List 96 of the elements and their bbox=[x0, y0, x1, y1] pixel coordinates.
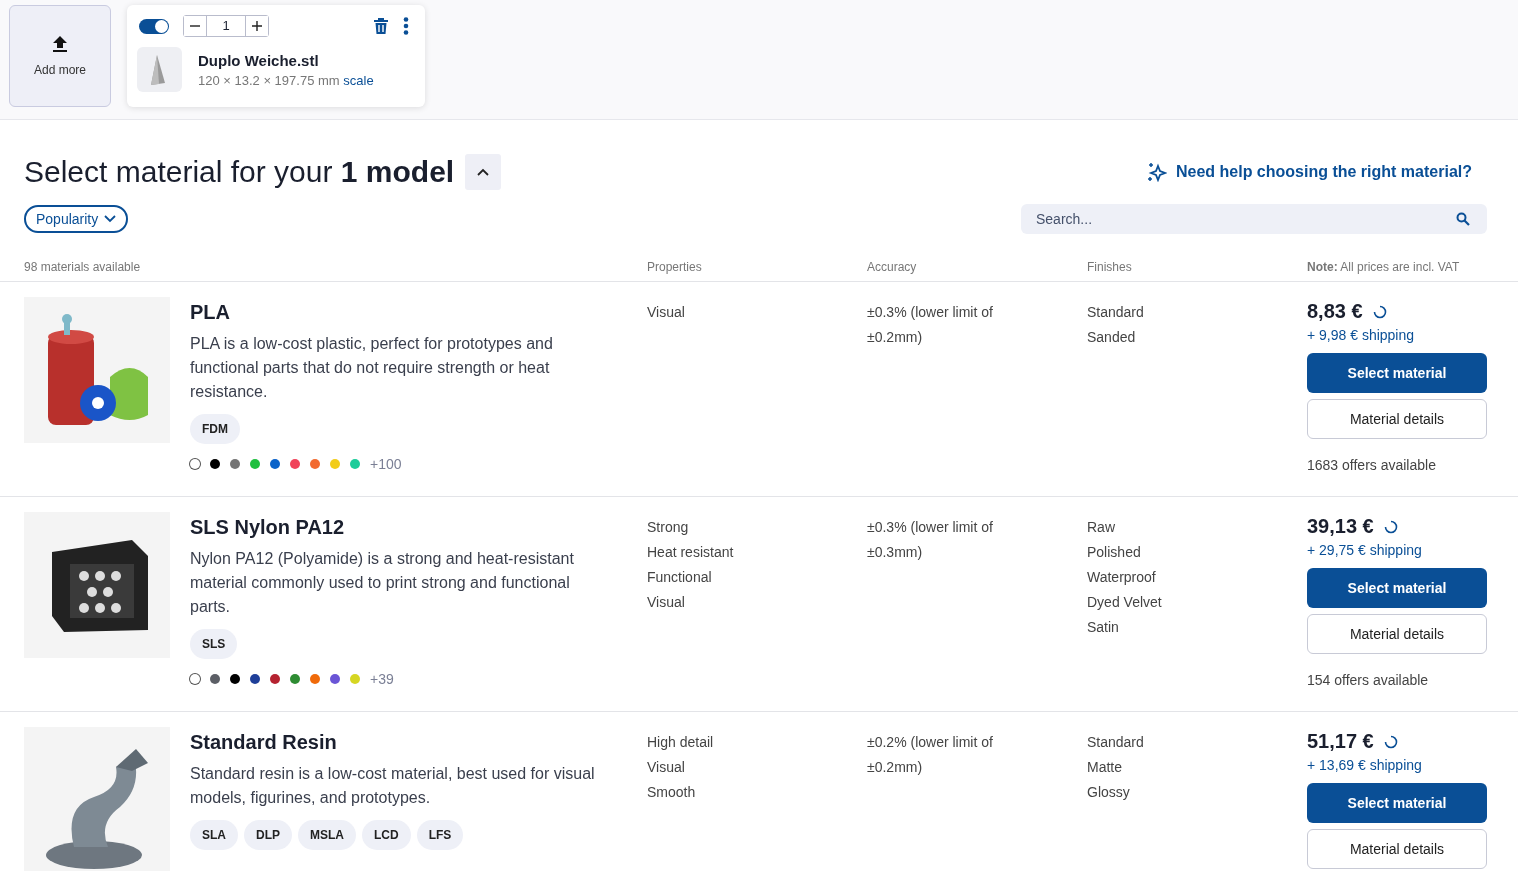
page-title: Select material for your 1 model bbox=[24, 155, 455, 189]
delete-button[interactable] bbox=[373, 17, 389, 35]
more-button[interactable] bbox=[403, 17, 409, 35]
sort-dropdown[interactable]: Popularity bbox=[24, 205, 129, 233]
chevron-icon bbox=[477, 168, 490, 176]
color-swatch[interactable] bbox=[230, 459, 240, 469]
color-swatch[interactable] bbox=[350, 674, 360, 684]
material-description: Nylon PA12 (Polyamide) is a strong and heat-resistant material commonly used to print strong and functional parts. bbox=[190, 549, 575, 617]
toggle-switch[interactable] bbox=[139, 18, 169, 34]
finish: Raw bbox=[1087, 518, 1116, 537]
shipping-cost: + 9,98 € shipping bbox=[1307, 327, 1416, 343]
material-description: Standard resin is a low-cost material, best used for visual models, figurines, and prototypes. bbox=[190, 764, 596, 808]
column-header: Finishes bbox=[1087, 260, 1133, 276]
finish: Matte bbox=[1087, 758, 1123, 777]
search-icon bbox=[1456, 212, 1470, 226]
property: Visual bbox=[647, 593, 686, 612]
price-note: Note: All prices are incl. VAT bbox=[1307, 260, 1461, 276]
more-vertical-icon bbox=[403, 17, 409, 35]
price: 51,17 € bbox=[1307, 730, 1374, 753]
offers-count: 1683 offers available bbox=[1307, 457, 1437, 473]
color-swatch[interactable] bbox=[190, 674, 200, 684]
scale-link[interactable]: scale bbox=[343, 72, 374, 88]
color-swatch[interactable] bbox=[330, 459, 340, 469]
finish: Sanded bbox=[1087, 328, 1137, 347]
sparkle-icon bbox=[1146, 162, 1167, 182]
material-description: PLA is a low-cost plastic, perfect for prototypes and functional parts that do not require strength or heat resistance. bbox=[190, 334, 554, 402]
finish: Satin bbox=[1087, 618, 1120, 637]
spinner-icon bbox=[1383, 734, 1398, 749]
material-name: SLS Nylon PA12 bbox=[190, 516, 346, 539]
spinner-icon bbox=[1383, 519, 1398, 534]
price: 8,83 € bbox=[1307, 300, 1363, 323]
column-header: Properties bbox=[647, 260, 703, 276]
accuracy: ±0.3% (lower limit of ±0.3mm) bbox=[867, 518, 994, 562]
trash-icon bbox=[373, 17, 389, 35]
color-swatch[interactable] bbox=[330, 674, 340, 684]
finish: Polished bbox=[1087, 543, 1142, 562]
color-swatch[interactable] bbox=[290, 459, 300, 469]
select-material-button[interactable]: Select material bbox=[1307, 353, 1487, 393]
shipping-cost: + 13,69 € shipping bbox=[1307, 757, 1423, 773]
accuracy: ±0.2% (lower limit of ±0.2mm) bbox=[867, 733, 994, 777]
search-field[interactable]: Search... bbox=[1021, 204, 1487, 234]
spinner-icon bbox=[1372, 304, 1387, 319]
color-swatch[interactable] bbox=[350, 459, 360, 469]
file-name: Duplo Weiche.stl bbox=[198, 51, 320, 69]
upload-icon bbox=[52, 35, 68, 53]
color-swatch[interactable] bbox=[310, 674, 320, 684]
plus-icon bbox=[252, 21, 262, 31]
property: Strong bbox=[647, 518, 690, 537]
property: Visual bbox=[647, 303, 686, 322]
color-swatch[interactable] bbox=[270, 459, 280, 469]
technology-tag: LCD bbox=[362, 820, 411, 850]
finish: Dyed Velvet bbox=[1087, 593, 1163, 612]
price: 39,13 € bbox=[1307, 515, 1374, 538]
finish: Standard bbox=[1087, 303, 1145, 322]
column-header: Accuracy bbox=[867, 260, 918, 276]
collapse-button[interactable] bbox=[465, 154, 502, 190]
chevron-down-icon bbox=[104, 215, 117, 223]
materials-count: 98 materials available bbox=[24, 260, 142, 276]
accuracy: ±0.3% (lower limit of ±0.2mm) bbox=[867, 303, 994, 347]
technology-tag: SLA bbox=[190, 820, 238, 850]
technology-tag: SLS bbox=[190, 629, 238, 659]
add-more-button[interactable]: Add more bbox=[9, 5, 111, 107]
select-material-button[interactable]: Select material bbox=[1307, 568, 1487, 608]
more-colors[interactable]: +100 bbox=[370, 456, 402, 472]
color-swatch[interactable] bbox=[270, 674, 280, 684]
select-material-button[interactable]: Select material bbox=[1307, 783, 1487, 823]
technology-tag: MSLA bbox=[298, 820, 356, 850]
color-swatch[interactable] bbox=[190, 459, 200, 469]
color-swatch[interactable] bbox=[210, 674, 220, 684]
property: High detail bbox=[647, 733, 715, 752]
color-swatch[interactable] bbox=[310, 459, 320, 469]
color-swatch[interactable] bbox=[250, 674, 260, 684]
finish: Standard bbox=[1087, 733, 1145, 752]
offers-count: 154 offers available bbox=[1307, 672, 1430, 688]
material-name: PLA bbox=[190, 301, 231, 324]
property: Heat resistant bbox=[647, 543, 735, 562]
color-swatch[interactable] bbox=[250, 459, 260, 469]
technology-tag: LFS bbox=[416, 820, 464, 850]
material-details-button[interactable]: Material details bbox=[1307, 614, 1487, 654]
material-details-button[interactable]: Material details bbox=[1307, 829, 1487, 869]
help-link[interactable]: Need help choosing the right material? bbox=[1146, 162, 1472, 182]
property: Smooth bbox=[647, 783, 697, 802]
color-swatch[interactable] bbox=[290, 674, 300, 684]
material-name: Standard Resin bbox=[190, 731, 338, 754]
property: Visual bbox=[647, 758, 686, 777]
more-colors[interactable]: +39 bbox=[370, 671, 394, 687]
technology-tag: DLP bbox=[244, 820, 292, 850]
material-details-button[interactable]: Material details bbox=[1307, 399, 1487, 439]
color-swatch[interactable] bbox=[230, 674, 240, 684]
finish: Waterproof bbox=[1087, 568, 1157, 587]
model-dimensions: 120 × 13.2 × 197.75 mm bbox=[198, 72, 340, 88]
property: Functional bbox=[647, 568, 713, 587]
shipping-cost: + 29,75 € shipping bbox=[1307, 542, 1423, 558]
finish: Glossy bbox=[1087, 783, 1131, 802]
technology-tag: FDM bbox=[190, 414, 240, 444]
color-swatch[interactable] bbox=[210, 459, 220, 469]
